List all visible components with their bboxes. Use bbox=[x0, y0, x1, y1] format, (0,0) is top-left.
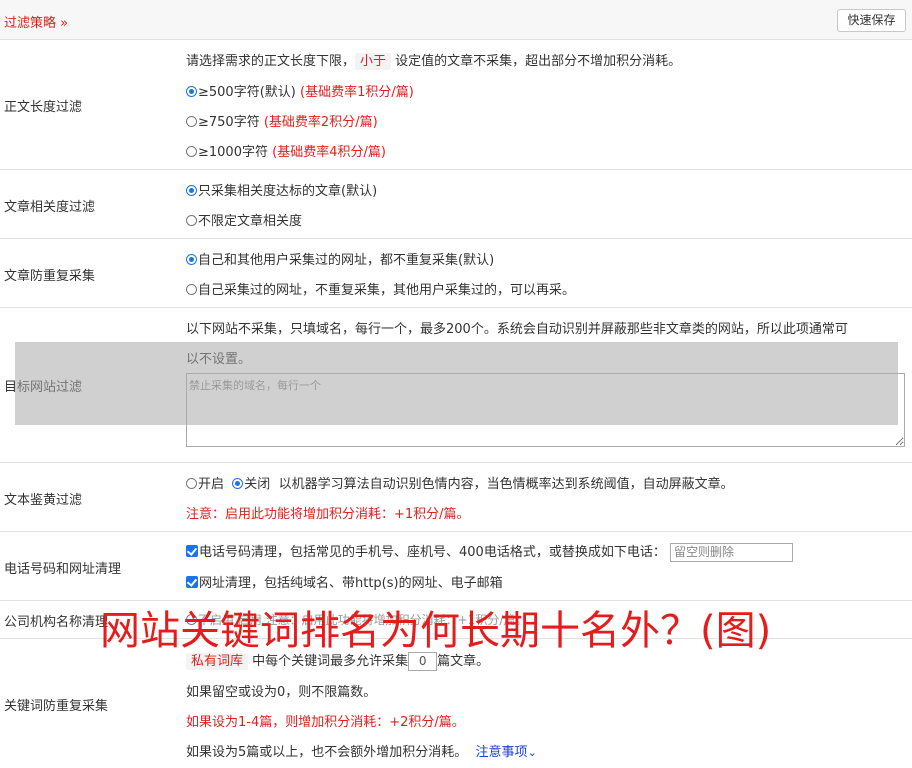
replacement-phone-input[interactable]: 留空则删除 bbox=[669, 543, 793, 562]
length-option-1000[interactable]: ≥1000字符 (基础费率4积分/篇) bbox=[186, 141, 386, 160]
porn-filter-row: 文本鉴黄过滤 开启 关闭 以机器学习算法自动识别色情内容，当色情概率达到系统阈值… bbox=[0, 463, 912, 532]
radio-button[interactable] bbox=[186, 116, 197, 127]
radio-button[interactable] bbox=[186, 146, 197, 157]
target-site-label: 目标网站过滤 bbox=[4, 380, 83, 395]
relevance-option-1[interactable]: 只采集相关度达标的文章(默认) bbox=[186, 180, 377, 199]
porn-filter-label: 文本鉴黄过滤 bbox=[4, 493, 83, 508]
checkbox[interactable] bbox=[186, 576, 198, 588]
keyword-note-3: 如果设为5篇或以上，也不会额外增加积分消耗。 注意事项⌄ bbox=[186, 745, 537, 760]
blocked-domains-textarea[interactable] bbox=[186, 373, 905, 447]
dedupe-option-1[interactable]: 自己和其他用户采集过的网址，都不重复采集(默认) bbox=[186, 249, 494, 268]
porn-on-option[interactable]: 开启 bbox=[186, 477, 224, 492]
radio-button[interactable] bbox=[186, 215, 197, 226]
phone-cleanup-row: 电话号码和网址清理 电话号码清理，包括常见的手机号、座机号、400电话格式，或替… bbox=[0, 532, 912, 601]
radio-button[interactable] bbox=[186, 478, 197, 489]
porn-filter-options: 开启 关闭 以机器学习算法自动识别色情内容，当色情概率达到系统阈值，自动屏蔽文章… bbox=[186, 473, 734, 492]
radio-button[interactable] bbox=[186, 254, 197, 265]
length-option-500[interactable]: ≥500字符(默认) (基础费率1积分/篇) bbox=[186, 81, 414, 100]
checkbox[interactable] bbox=[186, 545, 198, 557]
section-title[interactable]: 过滤策略 » bbox=[4, 12, 68, 31]
target-site-desc-1: 以下网站不采集，只填域名，每行一个，最多200个。系统会自动识别并屏蔽那些非文章… bbox=[186, 322, 848, 337]
radio-button[interactable] bbox=[186, 284, 197, 295]
company-cleanup-label: 公司机构名称清理 bbox=[4, 615, 109, 630]
dedupe-option-2[interactable]: 自己采集过的网址，不重复采集，其他用户采集过的，可以再采。 bbox=[186, 279, 575, 298]
radio-button[interactable] bbox=[186, 86, 197, 97]
phone-cleanup-label: 电话号码和网址清理 bbox=[4, 562, 122, 577]
length-filter-row: 正文长度过滤 请选择需求的正文长度下限， 小于 设定值的文章不采集，超出部分不增加… bbox=[0, 40, 912, 170]
target-site-row: 目标网站过滤 以下网站不采集，只填域名，每行一个，最多200个。系统会自动识别并… bbox=[0, 308, 912, 463]
quick-save-button[interactable]: 快速保存 bbox=[837, 9, 906, 32]
relevance-option-2[interactable]: 不限定文章相关度 bbox=[186, 210, 302, 229]
less-than-badge: 小于 bbox=[355, 53, 392, 70]
url-cleanup-option[interactable]: 网址清理，包括纯域名、带http(s)的网址、电子邮箱 bbox=[186, 572, 503, 591]
dedupe-label: 文章防重复采集 bbox=[4, 269, 96, 284]
length-filter-label: 正文长度过滤 bbox=[4, 100, 83, 115]
overlay-headline: 网站关键词排名为何长期十名外？(图) bbox=[100, 608, 772, 654]
porn-off-option[interactable]: 关闭 bbox=[232, 477, 270, 492]
keyword-dedupe-label: 关键词防重复采集 bbox=[4, 699, 109, 714]
keyword-dedupe-row: 关键词防重复采集 私有词库 中每个关键词最多允许采集 0 篇文章。 如果留空或设为0… bbox=[0, 639, 912, 768]
length-option-750[interactable]: ≥750字符 (基础费率2积分/篇) bbox=[186, 111, 378, 130]
radio-button[interactable] bbox=[232, 478, 244, 489]
keyword-note-2: 如果设为1-4篇，则增加积分消耗：+2积分/篇。 bbox=[186, 715, 465, 730]
keyword-note-1: 如果留空或设为0，则不限篇数。 bbox=[186, 685, 377, 700]
chevron-down-icon: ⌄ bbox=[527, 746, 537, 759]
porn-filter-note: 注意：启用此功能将增加积分消耗：+1积分/篇。 bbox=[186, 507, 470, 522]
phone-cleanup-option[interactable]: 电话号码清理，包括常见的手机号、座机号、400电话格式，或替换成如下电话： 留空… bbox=[186, 541, 793, 562]
dedupe-row: 文章防重复采集 自己和其他用户采集过的网址，都不重复采集(默认) 自己采集过的网… bbox=[0, 239, 912, 308]
filter-strategy-header: 过滤策略 » 快速保存 bbox=[0, 0, 912, 40]
relevance-filter-label: 文章相关度过滤 bbox=[4, 200, 96, 215]
notes-link[interactable]: 注意事项⌄ bbox=[476, 745, 537, 760]
radio-button[interactable] bbox=[186, 185, 197, 196]
length-filter-desc: 请选择需求的正文长度下限， 小于 设定值的文章不采集，超出部分不增加积分消耗。 bbox=[186, 53, 682, 70]
target-site-desc-2: 以不设置。 bbox=[186, 352, 252, 367]
relevance-filter-row: 文章相关度过滤 只采集相关度达标的文章(默认) 不限定文章相关度 bbox=[0, 170, 912, 239]
